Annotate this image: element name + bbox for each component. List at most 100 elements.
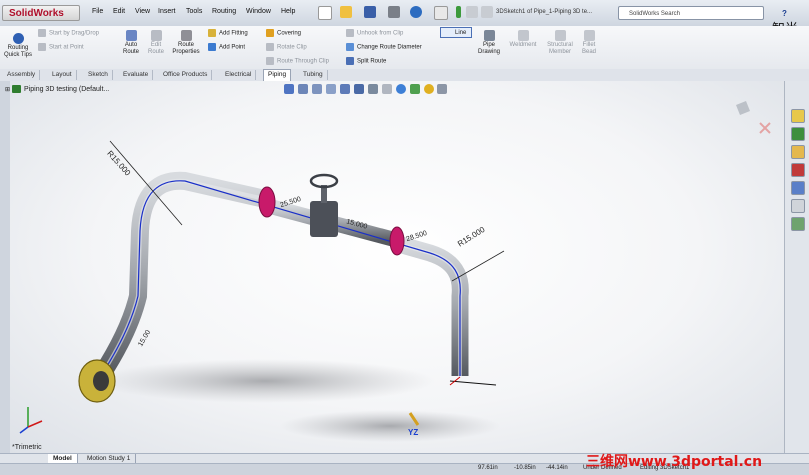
search-results-icon[interactable] [790,163,805,177]
view-palette-icon[interactable] [790,181,805,195]
weldment-button[interactable]: Weldment [506,30,540,49]
edit-route-icon [150,30,162,41]
start-drag-drop-button[interactable]: Start by Drag/Drop [38,29,99,37]
add-point-button[interactable]: Add Point [208,43,245,51]
add-fitting-button[interactable]: Add Fitting [208,29,248,37]
custom-properties-icon[interactable] [790,217,805,231]
help-icon[interactable]: ? [782,9,787,18]
triad-x-axis [27,420,43,428]
edit-route-button[interactable]: Edit Route [145,30,167,56]
menu-file[interactable]: File [92,8,103,15]
route-through-clip-button[interactable]: Route Through Clip [266,57,329,65]
scene-icon[interactable] [409,84,420,94]
pipe-drawing-button[interactable]: Pipe Drawing [474,30,504,56]
zoom-area-icon[interactable] [311,84,322,94]
quick-tips-icon [12,33,24,44]
pan-icon[interactable] [284,84,294,94]
tab-office-products[interactable]: Office Products [159,70,213,80]
routing-quick-tips-button[interactable]: Routing Quick Tips [3,33,33,59]
status-x-coordinate: 97.61in [478,465,498,471]
appearances-icon[interactable] [790,199,805,213]
section-view-icon[interactable] [339,84,350,94]
weldment-icon [517,30,529,41]
menu-tools[interactable]: Tools [186,8,202,15]
valve-body [310,201,338,237]
pipe-model: YZ [19,101,771,442]
file-explorer-icon[interactable] [790,145,805,159]
menu-view[interactable]: View [135,8,150,15]
watermark-logo: 三维网www.3dportal.cn [586,454,763,470]
hide-show-icon[interactable] [381,84,392,94]
appearance-icon[interactable] [395,84,406,94]
start-at-point-button[interactable]: Start at Point [38,43,84,51]
render-icon[interactable] [423,84,434,94]
graphics-viewport[interactable]: YZ R15.000 R15.000 25.500 15.000 28.500 … [10,81,784,453]
tab-motion-study-1[interactable]: Motion Study 1 [82,454,137,463]
auto-route-button[interactable]: Auto Route [119,30,143,56]
rotate-clip-button[interactable]: Rotate Clip [266,43,307,51]
display-style-icon[interactable] [367,84,378,94]
menu-routing[interactable]: Routing [212,8,236,15]
tab-assembly[interactable]: Assembly [3,70,41,80]
search-input[interactable]: SolidWorks Search [618,6,764,20]
model-shadow-2 [280,410,500,442]
feature-tree-root[interactable]: ⊞ Piping 3D testing (Default... [5,85,109,93]
task-pane [784,81,809,453]
flange-left [258,186,276,218]
rebuild-icon[interactable] [456,6,461,18]
auto-route-icon [125,30,137,41]
status-y-coordinate: -10.85in [514,465,536,471]
new-document-icon[interactable] [318,6,332,20]
solidworks-logo[interactable]: SolidWorks [2,5,80,21]
undo-icon[interactable] [410,6,422,18]
view-settings-icon[interactable] [437,84,448,94]
assembly-icon [12,85,22,93]
covering-button[interactable]: Covering [266,29,301,37]
fillet-bead-icon [583,30,595,41]
structural-member-icon [554,30,566,41]
options-icon[interactable] [481,6,493,18]
print-icon[interactable] [388,6,400,18]
menu-insert[interactable]: Insert [158,8,176,15]
open-folder-icon[interactable] [340,6,352,18]
previous-view-icon[interactable] [325,84,336,94]
tab-model[interactable]: Model [48,454,78,463]
menu-edit[interactable]: Edit [113,8,125,15]
tab-layout[interactable]: Layout [48,70,77,80]
end-flange-bore [93,371,109,391]
model-shadow [95,359,435,403]
zoom-to-fit-icon[interactable] [297,84,308,94]
tab-sketch[interactable]: Sketch [84,70,113,80]
menu-help[interactable]: Help [281,8,295,15]
pipe-drawing-icon [483,30,495,41]
view-orientation-icon[interactable] [353,84,364,94]
triad-z-axis [19,426,29,434]
confirm-corner-icon[interactable] [736,101,750,115]
structural-member-button[interactable]: Structural Member [542,30,578,56]
document-title: 3DSketch1 of Pipe_1-Piping 3D te... [496,9,593,15]
expand-icon[interactable]: ⊞ [5,87,10,93]
view-orientation-label: *Trimetric [12,444,42,451]
save-icon[interactable] [364,6,376,18]
file-properties-icon[interactable] [466,6,478,18]
fillet-bead-button[interactable]: Fillet Bead [578,30,600,56]
heads-up-toolbar [284,84,449,98]
unhook-from-clip-button[interactable]: Unhook from Clip [346,29,403,37]
change-route-diameter-button[interactable]: Change Route Diameter [346,43,422,51]
route-properties-button[interactable]: Route Properties [169,30,203,56]
tab-tubing[interactable]: Tubing [299,70,328,80]
select-arrow-icon[interactable] [434,6,448,20]
tab-electrical[interactable]: Electrical [221,70,257,80]
line-button[interactable]: Line [440,27,472,38]
yz-label: YZ [408,428,418,437]
close-sketch-icon[interactable] [759,122,771,134]
tab-evaluate[interactable]: Evaluate [119,70,154,80]
split-route-button[interactable]: Split Route [346,57,386,65]
end-tangent-line [449,380,497,386]
status-z-coordinate: -44.14in [546,465,568,471]
design-library-icon[interactable] [790,127,805,141]
pipe-right-highlight [394,241,463,376]
menu-window[interactable]: Window [246,8,271,15]
solidworks-resources-icon[interactable] [790,109,805,123]
pipe-left-leg [94,171,267,379]
